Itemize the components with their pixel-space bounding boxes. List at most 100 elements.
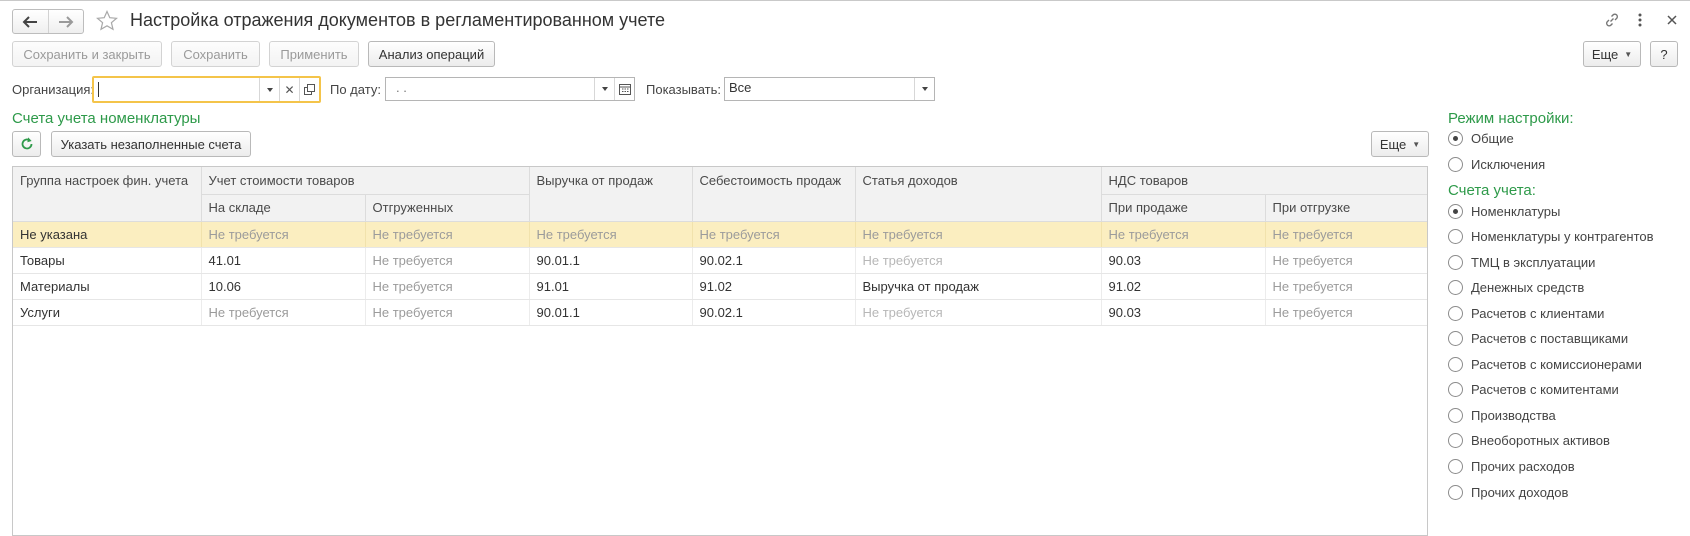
cell-cogs[interactable]: Не требуется	[692, 221, 856, 248]
kebab-menu-icon	[1638, 13, 1642, 27]
show-select[interactable]: Все	[724, 77, 935, 101]
date-input[interactable]: . .	[386, 78, 594, 100]
cell-cogs[interactable]: 91.02	[692, 273, 856, 300]
analyze-operations-button[interactable]: Анализ операций	[368, 41, 495, 67]
accounts-option[interactable]: Номенклатуры у контрагентов	[1448, 229, 1654, 244]
col-header-revenue[interactable]: Выручка от продаж	[529, 167, 693, 222]
col-header-cogs[interactable]: Себестоимость продаж	[692, 167, 856, 222]
page-title: Настройка отражения документов в регламе…	[130, 10, 666, 30]
favorite-star-icon[interactable]	[95, 9, 119, 33]
radio-icon	[1448, 433, 1463, 448]
accounts-option[interactable]: Денежных средств	[1448, 280, 1584, 295]
radio-icon	[1448, 306, 1463, 321]
accounts-option[interactable]: Прочих доходов	[1448, 485, 1568, 500]
accounts-option[interactable]: Расчетов с комиссионерами	[1448, 357, 1642, 372]
radio-icon	[1448, 485, 1463, 500]
cell-revenue[interactable]: 90.01.1	[529, 299, 693, 326]
accounts-option[interactable]: Расчетов с комитентами	[1448, 382, 1619, 397]
cell-income[interactable]: Не требуется	[855, 299, 1102, 326]
table-row[interactable]: Товары 41.01 Не требуется 90.01.1 90.02.…	[13, 247, 1427, 274]
show-label: Показывать:	[646, 82, 721, 97]
radio-label: Исключения	[1471, 157, 1546, 172]
cell-stock[interactable]: Не требуется	[201, 299, 366, 326]
col-header-vat-ship[interactable]: При отгрузке	[1265, 194, 1427, 222]
cell-group[interactable]: Товары	[13, 247, 202, 274]
settings-mode-option-general[interactable]: Общие	[1448, 131, 1514, 146]
accounts-option[interactable]: Номенклатуры	[1448, 204, 1560, 219]
save-button[interactable]: Сохранить	[171, 41, 260, 67]
organization-dropdown-button[interactable]	[259, 78, 279, 101]
radio-icon	[1448, 382, 1463, 397]
forward-button[interactable]	[47, 10, 83, 33]
refresh-button[interactable]	[12, 131, 41, 157]
link-button[interactable]	[1602, 10, 1622, 30]
cell-cogs[interactable]: 90.02.1	[692, 247, 856, 274]
cell-stock[interactable]: 10.06	[201, 273, 366, 300]
cell-income[interactable]: Выручка от продаж	[855, 273, 1102, 300]
accounts-option[interactable]: Производства	[1448, 408, 1556, 423]
cell-shipped[interactable]: Не требуется	[365, 247, 530, 274]
radio-icon	[1448, 408, 1463, 423]
cell-shipped[interactable]: Не требуется	[365, 273, 530, 300]
cell-group[interactable]: Не указана	[13, 221, 202, 248]
cell-income[interactable]: Не требуется	[855, 247, 1102, 274]
cell-vat-ship[interactable]: Не требуется	[1265, 273, 1427, 300]
save-and-close-button[interactable]: Сохранить и закрыть	[12, 41, 162, 67]
settings-mode-option-exceptions[interactable]: Исключения	[1448, 157, 1545, 172]
col-header-income[interactable]: Статья доходов	[855, 167, 1102, 222]
table-row[interactable]: Услуги Не требуется Не требуется 90.01.1…	[13, 299, 1427, 326]
cell-stock[interactable]: 41.01	[201, 247, 366, 274]
cell-revenue[interactable]: Не требуется	[529, 221, 693, 248]
col-header-cost-shipped[interactable]: Отгруженных	[365, 194, 530, 222]
show-select-value: Все	[729, 80, 752, 95]
col-header-cost-stock[interactable]: На складе	[201, 194, 366, 222]
cell-vat-ship[interactable]: Не требуется	[1265, 247, 1427, 274]
more-menu-button[interactable]	[1632, 10, 1648, 30]
more-button[interactable]: Еще ▼	[1583, 41, 1641, 67]
arrow-right-icon	[58, 15, 74, 28]
cell-vat-ship[interactable]: Не требуется	[1265, 221, 1427, 248]
calendar-button[interactable]	[614, 78, 634, 100]
back-button[interactable]	[13, 10, 48, 33]
accounts-option[interactable]: ТМЦ в эксплуатации	[1448, 255, 1595, 270]
radio-label: ТМЦ в эксплуатации	[1471, 255, 1596, 270]
close-button[interactable]	[1664, 10, 1680, 30]
accounts-title: Счета учета:	[1448, 182, 1536, 199]
col-header-group[interactable]: Группа настроек фин. учета	[13, 167, 202, 222]
cell-revenue[interactable]: 90.01.1	[529, 247, 693, 274]
cell-vat-ship[interactable]: Не требуется	[1265, 299, 1427, 326]
accounts-option[interactable]: Расчетов с поставщиками	[1448, 331, 1628, 346]
date-dropdown-button[interactable]	[594, 78, 614, 100]
cell-stock[interactable]: Не требуется	[201, 221, 366, 248]
help-button[interactable]: ?	[1650, 41, 1678, 67]
cell-vat-sale[interactable]: 90.03	[1101, 247, 1266, 274]
fill-empty-accounts-button[interactable]: Указать незаполненные счета	[51, 131, 251, 157]
apply-button[interactable]: Применить	[269, 41, 359, 67]
show-dropdown-button[interactable]	[914, 78, 934, 100]
date-field: . .	[385, 77, 635, 101]
col-header-vat-sale[interactable]: При продаже	[1101, 194, 1266, 222]
cell-cogs[interactable]: 90.02.1	[692, 299, 856, 326]
accounts-option[interactable]: Внеоборотных активов	[1448, 433, 1610, 448]
accounts-option[interactable]: Прочих расходов	[1448, 459, 1575, 474]
table-row[interactable]: Материалы 10.06 Не требуется 91.01 91.02…	[13, 273, 1427, 300]
organization-clear-button[interactable]: ✕	[279, 78, 299, 101]
cell-shipped[interactable]: Не требуется	[365, 221, 530, 248]
cell-income[interactable]: Не требуется	[855, 221, 1102, 248]
chevron-down-icon	[921, 87, 928, 91]
cell-group[interactable]: Услуги	[13, 299, 202, 326]
cell-vat-sale[interactable]: 91.02	[1101, 273, 1266, 300]
accounts-option[interactable]: Расчетов с клиентами	[1448, 306, 1604, 321]
navigation-buttons	[12, 9, 84, 34]
cell-vat-sale[interactable]: Не требуется	[1101, 221, 1266, 248]
radio-label: Денежных средств	[1471, 280, 1585, 295]
cell-shipped[interactable]: Не требуется	[365, 299, 530, 326]
organization-input[interactable]	[98, 82, 259, 97]
cell-group[interactable]: Материалы	[13, 273, 202, 300]
section-more-button[interactable]: Еще ▼	[1371, 131, 1429, 157]
cell-vat-sale[interactable]: 90.03	[1101, 299, 1266, 326]
cell-revenue[interactable]: 91.01	[529, 273, 693, 300]
organization-open-button[interactable]	[299, 78, 319, 101]
table-row[interactable]: Не указана Не требуется Не требуется Не …	[13, 221, 1427, 248]
organization-field: ✕	[92, 76, 321, 103]
